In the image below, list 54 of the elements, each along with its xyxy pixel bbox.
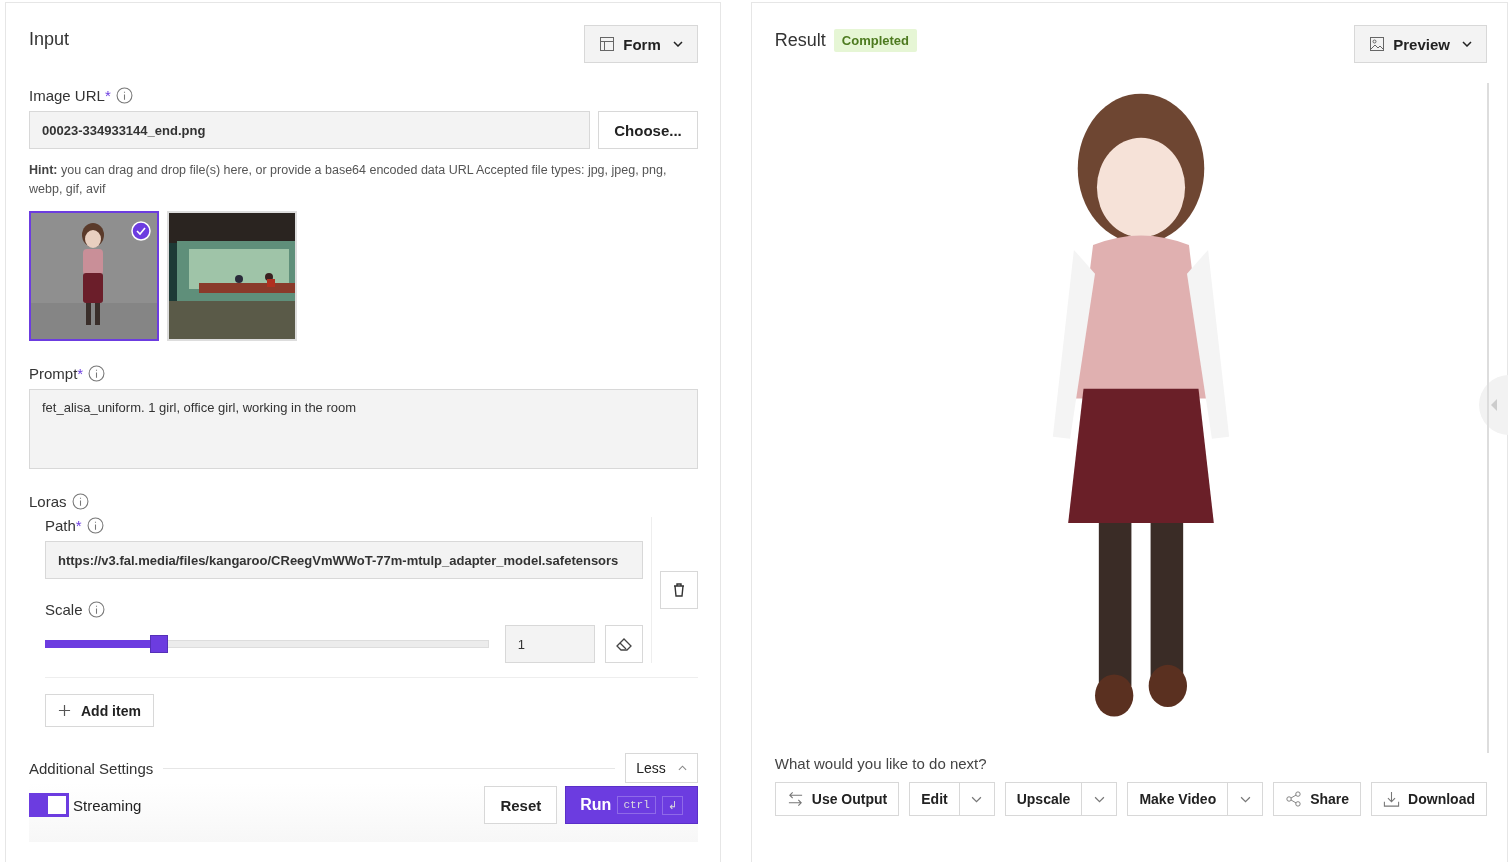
toggle-label: Streaming: [73, 796, 142, 814]
chevron-down-icon: [971, 795, 983, 803]
preview-view-button[interactable]: Preview: [1354, 25, 1487, 63]
less-button[interactable]: Less: [625, 753, 698, 783]
panel-title: Input: [29, 29, 70, 50]
choose-button[interactable]: Choose...: [598, 111, 698, 149]
action-button[interactable]: Use Output: [774, 782, 900, 816]
info-icon[interactable]: [88, 365, 106, 382]
field-label: Loras: [29, 493, 67, 510]
run-button[interactable]: Run ctrl ↲: [565, 786, 698, 824]
panel-title: Result: [774, 30, 826, 51]
chevron-up-icon: [677, 765, 687, 771]
chevron-down-icon: [1093, 795, 1105, 803]
streaming-toggle[interactable]: [29, 793, 69, 817]
status-badge: Completed: [833, 29, 917, 52]
scale-slider[interactable]: [45, 635, 489, 653]
hint-text: Hint: you can drag and drop file(s) here, or provide a base64 encoded data URL Accepted file types: jpg, jpeg, png, webp, gif, avif: [29, 162, 668, 198]
form-view-button[interactable]: Form: [584, 25, 698, 63]
next-prompt: What would you like to do next?: [774, 755, 988, 772]
field-label: Scale: [45, 601, 83, 618]
info-icon[interactable]: [115, 87, 133, 104]
section-label: Additional Settings: [29, 759, 154, 777]
action-button[interactable]: Make Video: [1127, 782, 1228, 816]
slider-handle[interactable]: [150, 635, 169, 653]
plus-icon: [58, 704, 71, 717]
action-button[interactable]: Download: [1371, 782, 1487, 816]
swap-arrows-icon: [786, 791, 804, 807]
share-icon: [1285, 791, 1303, 807]
prompt-field[interactable]: fet_alisa_uniform. 1 girl, office girl, working in the room: [29, 389, 698, 469]
info-icon[interactable]: [71, 493, 89, 510]
field-label: Image URL*: [29, 87, 111, 104]
add-item-button[interactable]: Add item: [45, 694, 154, 727]
chevron-down-icon: [1239, 795, 1251, 803]
reset-button[interactable]: Reset: [484, 786, 558, 824]
key-hint: ↲: [661, 795, 683, 815]
chevron-down-icon: [1462, 41, 1472, 47]
download-icon: [1383, 791, 1401, 807]
action-button[interactable]: Edit: [909, 782, 959, 816]
info-icon[interactable]: [87, 601, 105, 618]
check-icon: [131, 221, 151, 241]
action-button[interactable]: Share: [1273, 782, 1362, 816]
layout-icon: [599, 36, 616, 52]
key-hint: ctrl: [617, 796, 656, 814]
path-field[interactable]: https://v3.fal.media/files/kangaroo/CReegVmWWoT-77m-mtulp_adapter_model.safetensors: [45, 541, 643, 579]
clear-button[interactable]: [604, 625, 643, 663]
chevron-down-icon: [672, 41, 683, 47]
field-label: Prompt*: [29, 365, 84, 382]
scale-field[interactable]: 1: [504, 625, 595, 663]
delete-button[interactable]: [659, 571, 698, 609]
image-icon: [1369, 36, 1386, 52]
field-label: Path*: [45, 517, 82, 534]
action-button[interactable]: Upscale: [1004, 782, 1082, 816]
info-icon[interactable]: [86, 517, 104, 534]
image-url-field[interactable]: 00023-334933144_end.png: [29, 111, 591, 149]
